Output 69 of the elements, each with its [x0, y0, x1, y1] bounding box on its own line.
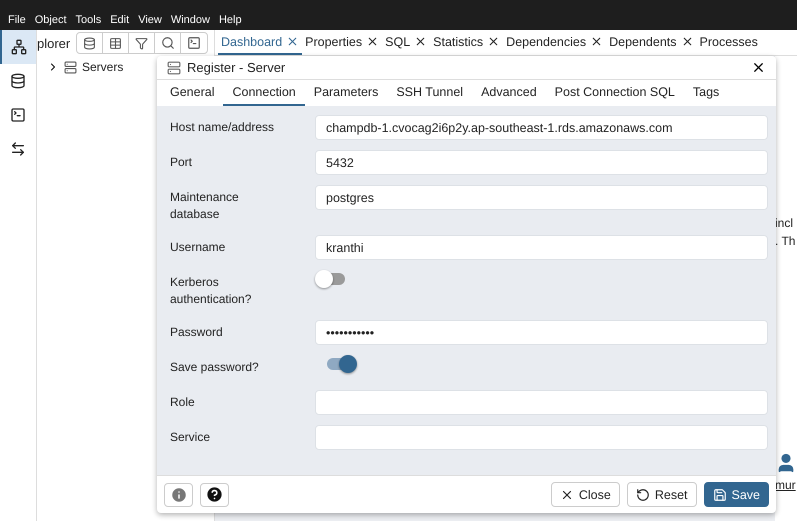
- tab[interactable]: Dependents: [606, 30, 697, 55]
- save-button[interactable]: Save: [704, 482, 769, 507]
- input-field[interactable]: kranthi: [315, 235, 768, 260]
- dialog-title: Register - Server: [187, 60, 286, 75]
- tab[interactable]: Parameters: [304, 80, 388, 106]
- close-icon[interactable]: [414, 35, 428, 48]
- tab[interactable]: SQL: [382, 30, 430, 55]
- tab[interactable]: SSH Tunnel: [387, 80, 472, 106]
- field-label: Role: [170, 394, 196, 411]
- input-field[interactable]: champdb-1.cvocag2i6p2y.ap-southeast-1.rds.amazonaws.com: [315, 115, 768, 140]
- field-label: Service: [170, 429, 212, 446]
- terminal-icon: [187, 36, 202, 50]
- close-icon[interactable]: [366, 35, 380, 48]
- link-fragment[interactable]: mur: [775, 478, 797, 492]
- close-icon[interactable]: [590, 35, 604, 48]
- tab[interactable]: Dependencies: [503, 30, 606, 55]
- close-button[interactable]: Close: [550, 482, 620, 507]
- panel-title: plorer: [37, 36, 70, 50]
- tab[interactable]: Post Connection SQL: [546, 80, 684, 106]
- server-icon: [167, 60, 181, 74]
- close-icon[interactable]: [751, 60, 766, 75]
- input-field[interactable]: [315, 390, 768, 415]
- tab[interactable]: Advanced: [472, 80, 546, 106]
- tab[interactable]: Tags: [684, 80, 728, 106]
- search-icon: [160, 36, 175, 50]
- reset-icon: [636, 488, 650, 502]
- field-label: Password: [170, 324, 224, 341]
- field-label: Username: [170, 239, 226, 256]
- input-field[interactable]: •••••••••••: [315, 320, 768, 345]
- help-icon: [205, 485, 224, 504]
- db-icon: [10, 73, 26, 89]
- field-label: Host name/address: [170, 119, 276, 136]
- compare-icon: [10, 141, 26, 157]
- close-icon[interactable]: [487, 35, 500, 48]
- server-icon: [64, 60, 77, 74]
- help-button[interactable]: [200, 482, 229, 506]
- close-icon[interactable]: [680, 35, 694, 48]
- tab[interactable]: Processes: [696, 30, 761, 55]
- close-icon[interactable]: [286, 35, 300, 48]
- menu-item[interactable]: Help: [218, 14, 242, 26]
- tab[interactable]: Statistics: [430, 30, 504, 55]
- menu-item[interactable]: Tools: [76, 14, 102, 26]
- menu-item[interactable]: Object: [34, 14, 67, 26]
- input-field[interactable]: postgres: [315, 185, 768, 210]
- field-label: Kerberos authentication?: [170, 274, 252, 308]
- tree-item[interactable]: Servers: [82, 60, 124, 74]
- menu-item[interactable]: Window: [170, 14, 210, 26]
- tab[interactable]: Properties: [302, 30, 382, 55]
- table-icon: [109, 36, 122, 50]
- filter-icon: [135, 36, 148, 50]
- reset-button[interactable]: Reset: [626, 482, 696, 507]
- menu-item[interactable]: Edit: [110, 14, 130, 26]
- database-icon: [83, 36, 96, 50]
- input-field[interactable]: [315, 425, 768, 450]
- info-button[interactable]: [164, 482, 193, 506]
- tree-icon: [11, 39, 27, 55]
- tab[interactable]: General: [161, 80, 224, 106]
- menu-item[interactable]: View: [138, 14, 162, 26]
- info-icon: [170, 486, 188, 504]
- field-label: Save password?: [170, 359, 260, 376]
- field-label: Maintenance database: [170, 189, 240, 223]
- save-icon: [712, 488, 726, 502]
- text-fragment: incl: [775, 216, 794, 230]
- terminal-icon: [10, 107, 26, 123]
- text-fragment: . Th: [775, 234, 796, 248]
- menu-item[interactable]: File: [8, 14, 26, 26]
- input-field[interactable]: 5432: [315, 150, 768, 175]
- tree-button[interactable]: [0, 30, 36, 64]
- field-label: Port: [170, 154, 194, 171]
